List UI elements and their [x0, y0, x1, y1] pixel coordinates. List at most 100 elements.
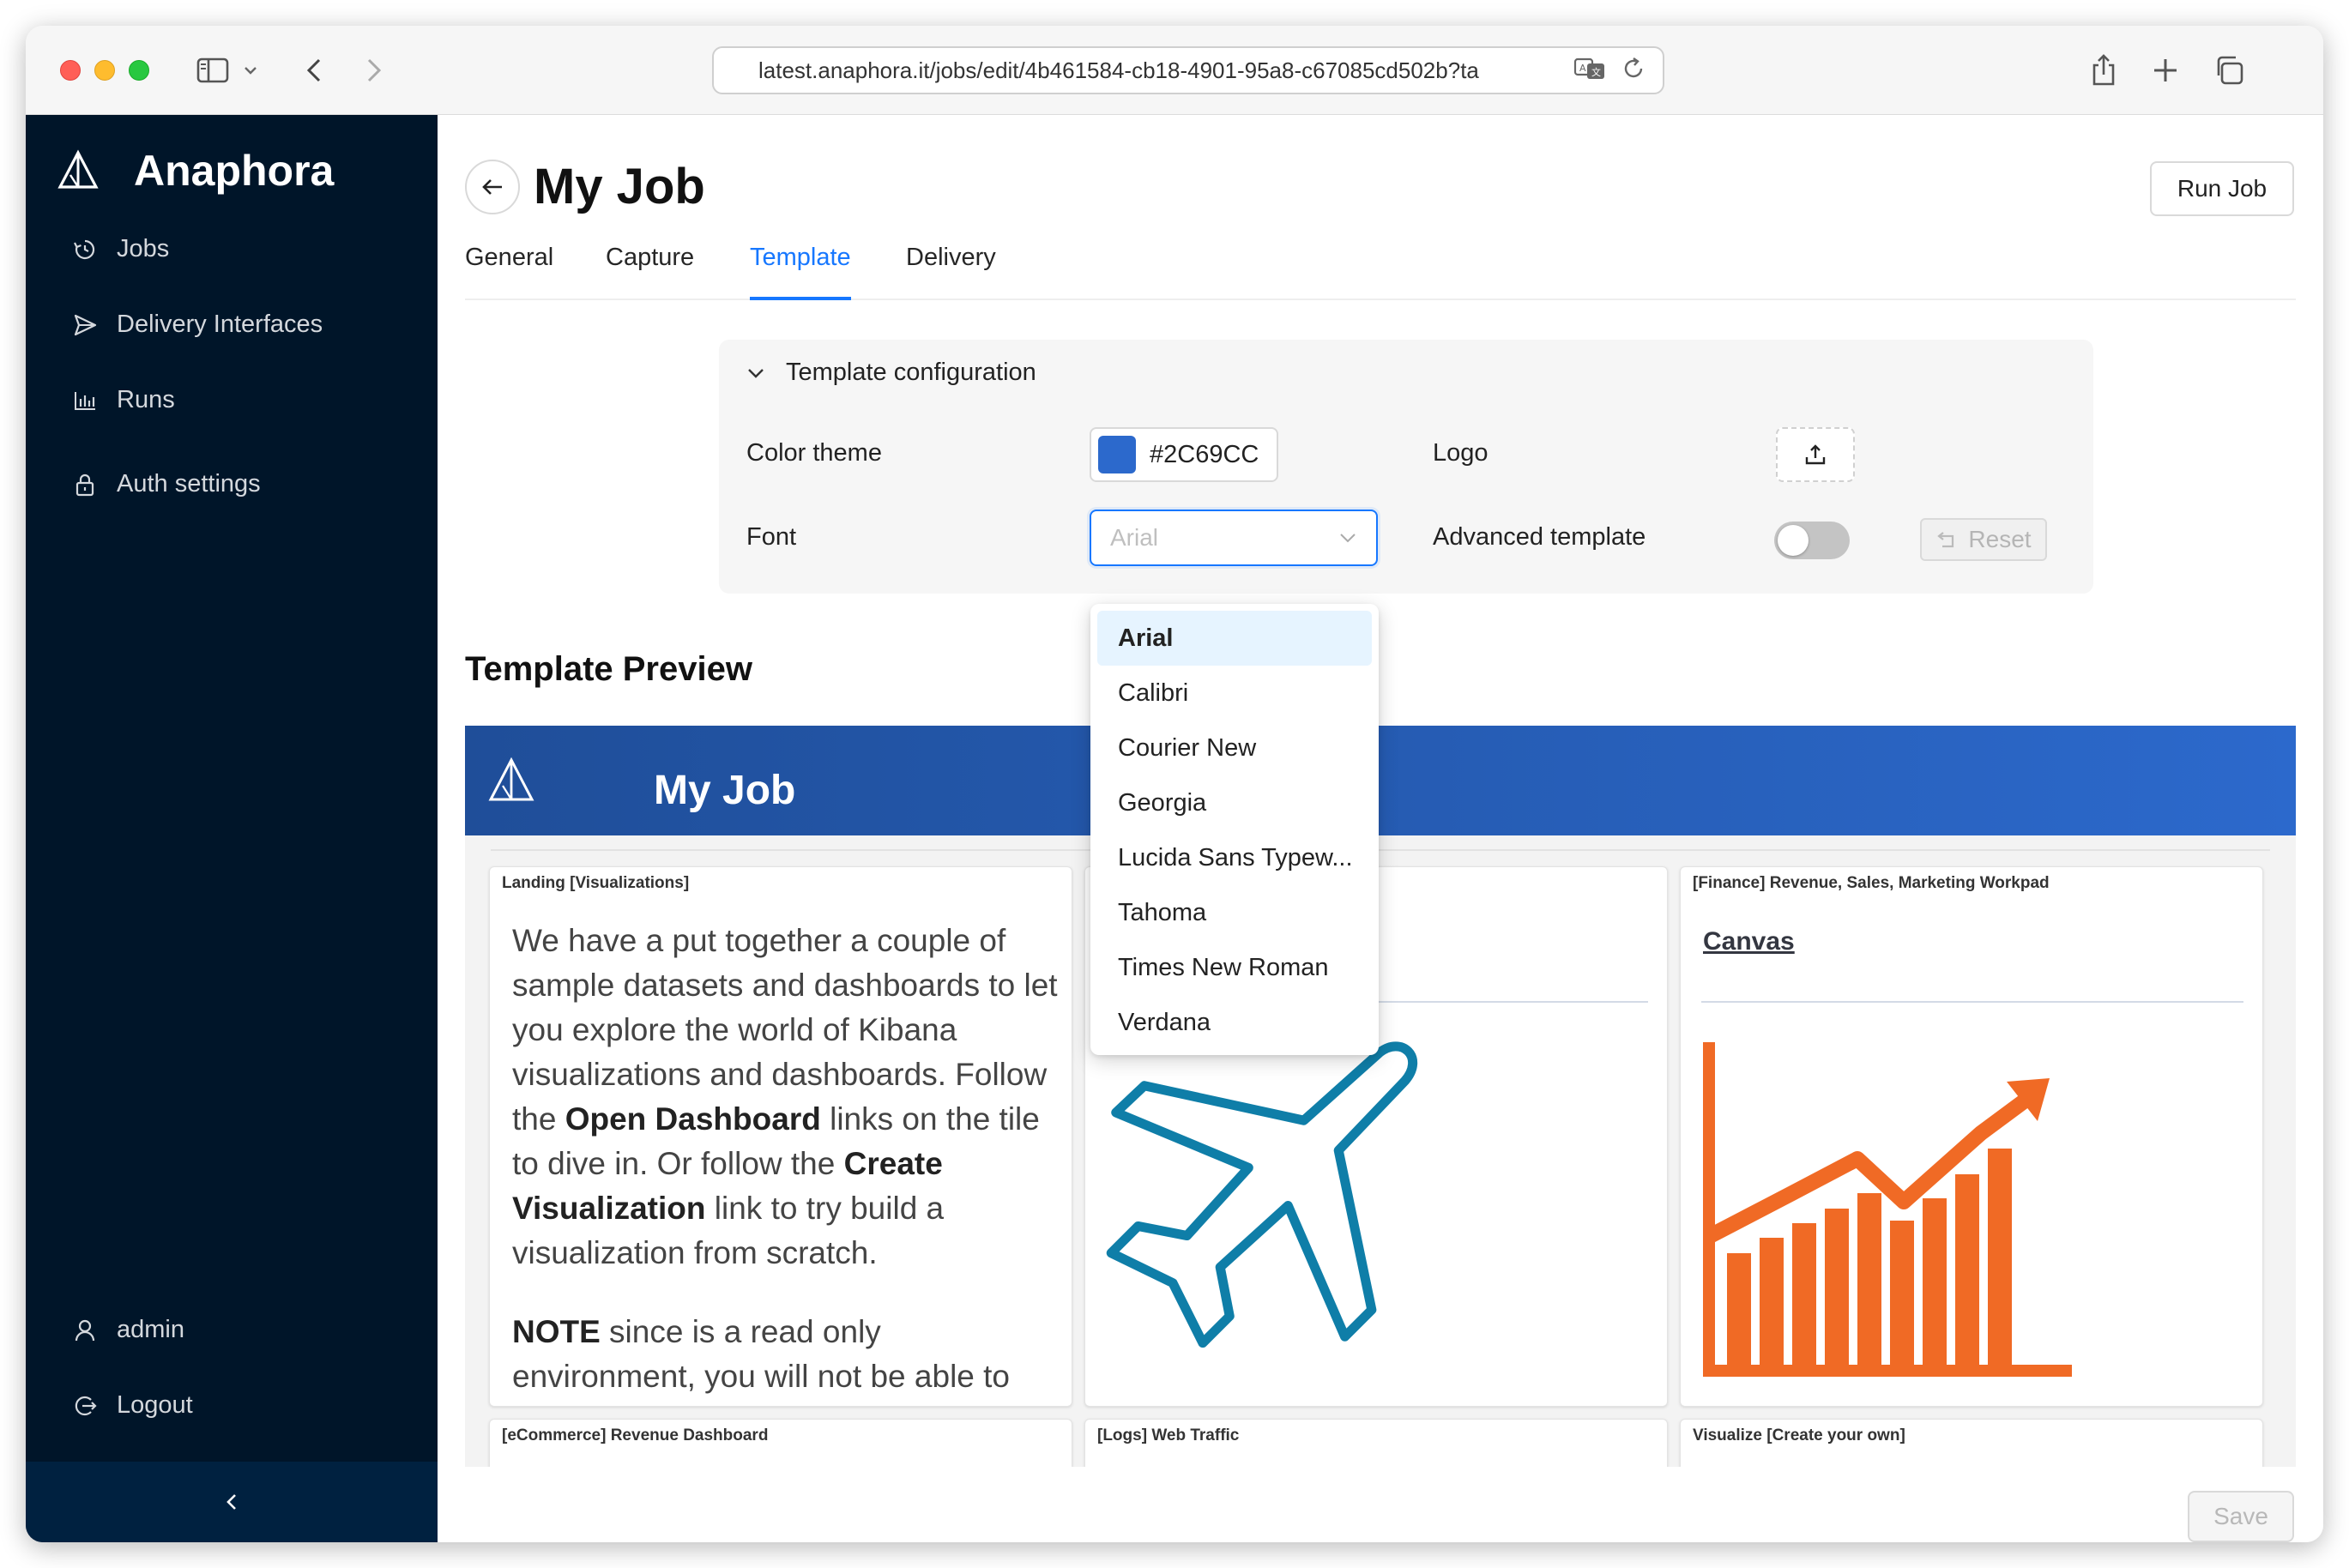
font-option-georgia[interactable]: Georgia [1097, 775, 1372, 830]
sidebar-toggle-icon[interactable] [194, 51, 232, 89]
preview-header: My Job [465, 726, 2296, 835]
preview-panel-landing: Landing [Visualizations] We have a put t… [489, 866, 1072, 1407]
panel-divider [1701, 1001, 2243, 1003]
color-swatch [1098, 436, 1136, 473]
preview-panel-visualize: Visualize [Create your own] [1680, 1419, 2263, 1467]
color-value: #2C69CC [1150, 440, 1259, 468]
font-dropdown-menu: Arial Calibri Courier New Georgia Lucida… [1090, 604, 1379, 1055]
chevron-down-icon[interactable] [240, 51, 261, 89]
landing-text-bold: Open Dashboard [565, 1101, 821, 1137]
advanced-template-toggle[interactable] [1774, 522, 1850, 559]
sidebar-item-auth-settings[interactable]: Auth settings [72, 470, 261, 498]
growth-chart-icon [1703, 1042, 2072, 1377]
send-icon [74, 314, 97, 335]
sidebar-item-runs[interactable]: Runs [72, 386, 175, 414]
advanced-template-label: Advanced template [1433, 523, 1646, 551]
airplane-icon [1106, 1041, 1418, 1348]
tab-delivery[interactable]: Delivery [906, 244, 996, 299]
template-config-panel: Template configuration Color theme #2C69… [719, 340, 2093, 594]
svg-text:A: A [1579, 63, 1586, 74]
template-preview: My Job Landing [Visualizations] We have … [465, 726, 2296, 1467]
font-option-lucida-sans-typewriter[interactable]: Lucida Sans Typew... [1097, 830, 1372, 885]
svg-text:文: 文 [1591, 66, 1601, 78]
sidebar-item-admin[interactable]: admin [72, 1316, 184, 1344]
tab-overview-icon[interactable] [2210, 51, 2248, 89]
sidebar-item-label: admin [117, 1316, 184, 1343]
translate-icon[interactable]: A文 [1573, 56, 1608, 86]
back-button[interactable] [465, 160, 520, 214]
sidebar-collapse-button[interactable] [26, 1462, 438, 1542]
template-preview-title: Template Preview [465, 650, 752, 688]
bar-chart-icon [75, 391, 95, 410]
preview-dashboard: Landing [Visualizations] We have a put t… [465, 835, 2296, 1467]
minimize-window-button[interactable] [94, 60, 115, 81]
sidebar-item-label: Jobs [117, 235, 170, 262]
preview-heading: My Job [654, 768, 796, 813]
history-icon [74, 239, 95, 259]
config-collapse-header[interactable]: Template configuration [746, 359, 1036, 387]
tab-bar: General Capture Template Delivery [465, 244, 2296, 300]
share-icon[interactable] [2086, 51, 2121, 89]
font-option-tahoma[interactable]: Tahoma [1097, 885, 1372, 940]
forward-icon[interactable] [357, 51, 391, 89]
page-title: My Job [534, 159, 705, 214]
preview-panel-logs: [Logs] Web Traffic [1084, 1419, 1668, 1467]
color-theme-label: Color theme [746, 439, 882, 467]
logo-label: Logo [1433, 439, 1489, 467]
tab-template[interactable]: Template [750, 244, 851, 300]
sidebar-item-logout[interactable]: Logout [72, 1391, 193, 1420]
config-section-title: Template configuration [786, 359, 1036, 386]
divider [491, 849, 2270, 851]
maximize-window-button[interactable] [129, 60, 149, 81]
sidebar: Anaphora Jobs Delivery Interfaces Runs A… [26, 115, 438, 1542]
chevron-left-icon [226, 1494, 236, 1510]
font-select[interactable]: Arial [1090, 510, 1378, 566]
landing-text: We have a put together a couple of sampl… [512, 919, 1070, 1399]
sidebar-item-label: Delivery Interfaces [117, 311, 323, 338]
url-text: latest.anaphora.it/jobs/edit/4b461584-cb… [758, 57, 1479, 83]
sidebar-item-delivery-interfaces[interactable]: Delivery Interfaces [72, 311, 323, 339]
chevron-down-icon [748, 368, 764, 378]
color-theme-picker[interactable]: #2C69CC [1090, 427, 1278, 482]
save-button[interactable]: Save [2188, 1491, 2294, 1542]
toggle-knob [1778, 525, 1809, 556]
font-option-courier-new[interactable]: Courier New [1097, 721, 1372, 775]
sidebar-item-label: Logout [117, 1391, 193, 1419]
sidebar-item-jobs[interactable]: Jobs [72, 235, 169, 263]
preview-panel-ecommerce: [eCommerce] Revenue Dashboard [489, 1419, 1072, 1467]
font-option-times-new-roman[interactable]: Times New Roman [1097, 940, 1372, 995]
chevron-down-icon [1340, 534, 1356, 543]
panel-title: Landing [Visualizations] [502, 874, 690, 892]
brand[interactable]: Anaphora [57, 146, 334, 196]
font-label: Font [746, 523, 797, 551]
font-option-verdana[interactable]: Verdana [1097, 995, 1372, 1050]
address-bar[interactable]: latest.anaphora.it/jobs/edit/4b461584-cb… [712, 46, 1664, 94]
main-content: My Job Run Job General Capture Template … [438, 115, 2323, 1542]
font-option-calibri[interactable]: Calibri [1097, 666, 1372, 721]
landing-note-label: NOTE [512, 1314, 601, 1349]
new-tab-icon[interactable] [2148, 51, 2183, 89]
logo-upload-button[interactable] [1776, 427, 1855, 482]
panel-title: [eCommerce] Revenue Dashboard [502, 1426, 769, 1444]
tab-general[interactable]: General [465, 244, 553, 299]
browser-window: latest.anaphora.it/jobs/edit/4b461584-cb… [26, 26, 2323, 1542]
reload-icon[interactable] [1621, 56, 1646, 86]
font-select-value: Arial [1110, 524, 1159, 551]
upload-icon [1805, 444, 1826, 465]
run-job-button[interactable]: Run Job [2150, 161, 2294, 216]
lock-icon [75, 473, 94, 496]
font-option-arial[interactable]: Arial [1097, 611, 1372, 666]
tab-capture[interactable]: Capture [606, 244, 694, 299]
logout-icon [75, 1396, 97, 1415]
arrow-left-icon [482, 179, 502, 195]
brand-name: Anaphora [134, 147, 335, 195]
reset-label: Reset [1968, 526, 2032, 552]
sidebar-item-label: Auth settings [117, 470, 261, 498]
back-icon[interactable] [297, 51, 331, 89]
close-window-button[interactable] [60, 60, 81, 81]
canvas-link[interactable]: Canvas [1703, 927, 1795, 956]
anaphora-logo-icon [488, 757, 534, 801]
anaphora-logo-icon [57, 149, 99, 189]
panel-title: [Logs] Web Traffic [1097, 1426, 1240, 1444]
reset-button[interactable]: Reset [1920, 518, 2047, 561]
